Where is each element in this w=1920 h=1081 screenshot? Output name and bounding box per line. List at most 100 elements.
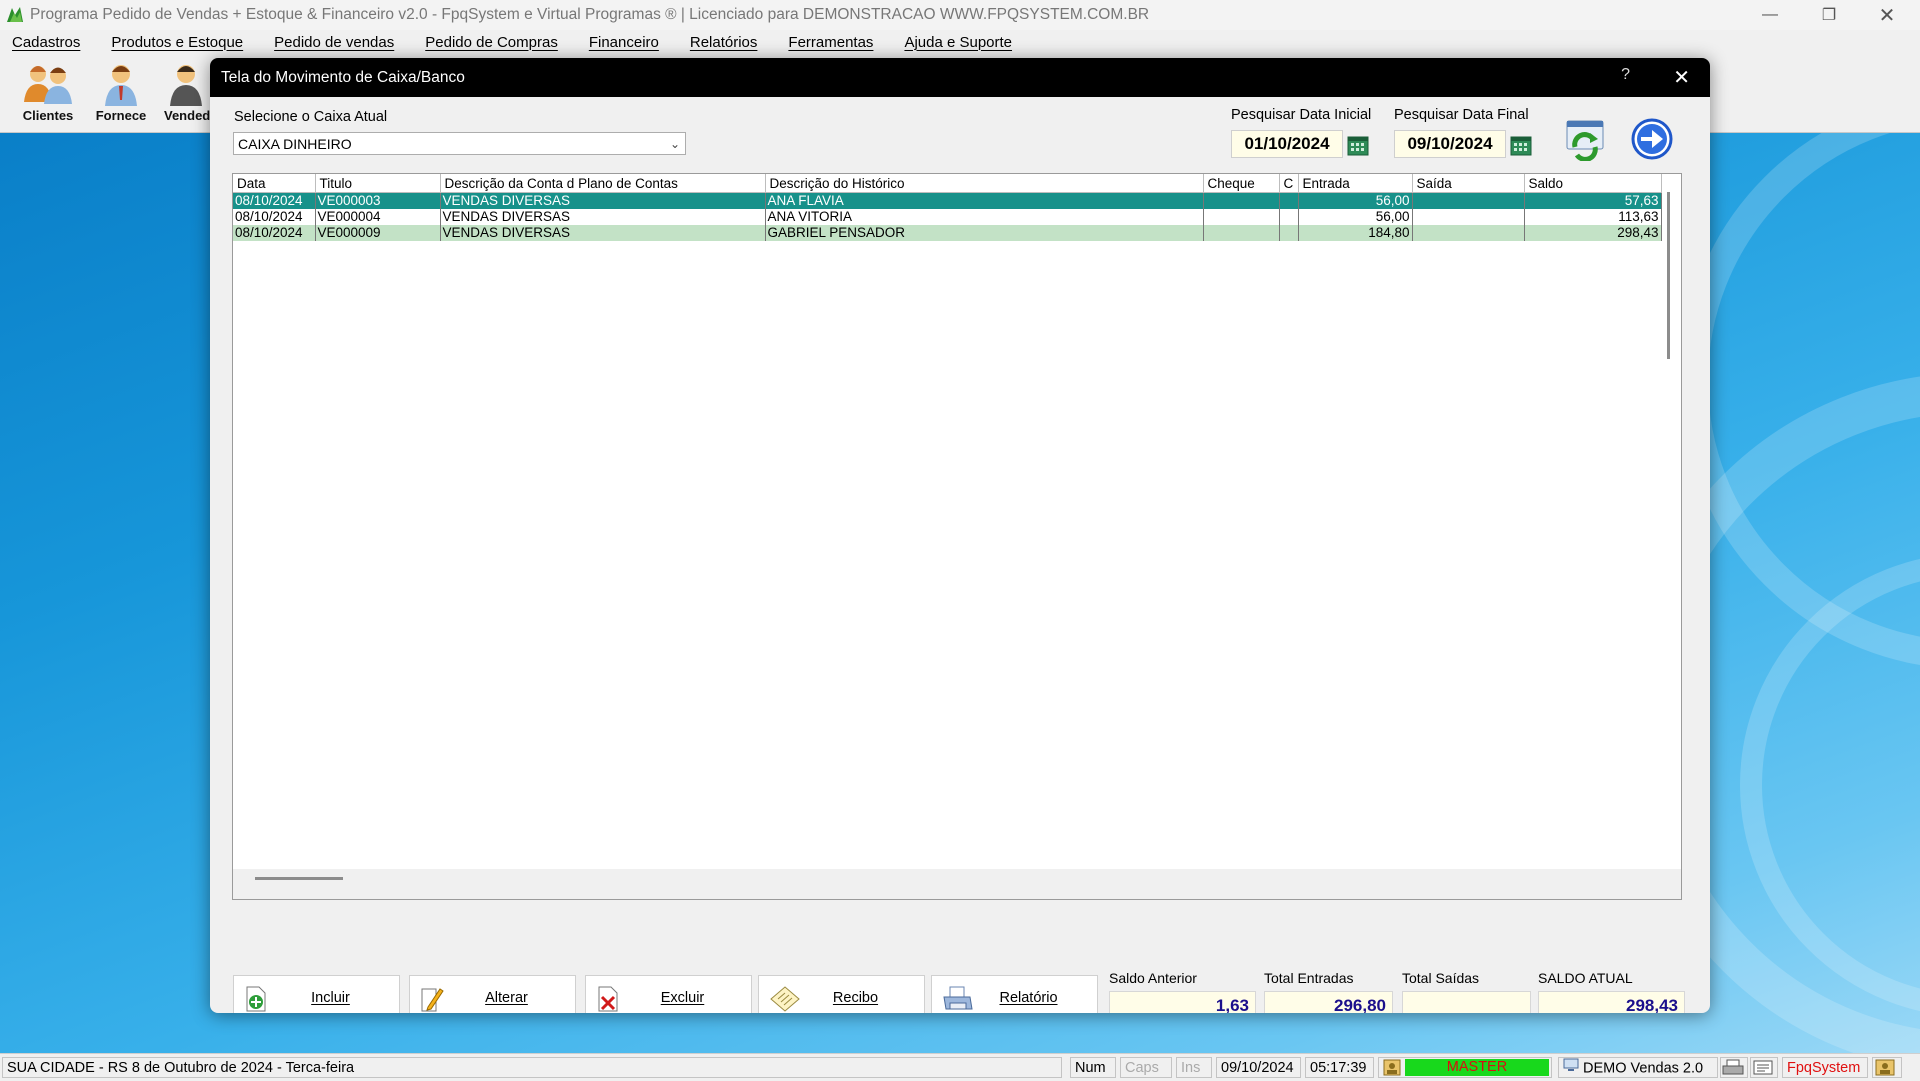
cell-saldo: 113,63: [1524, 209, 1662, 225]
close-icon[interactable]: ✕: [1673, 65, 1690, 90]
data-final-field[interactable]: 09/10/2024: [1394, 130, 1506, 158]
incluir-label: Incluir: [311, 990, 350, 1006]
movimento-caixa-dialog: Tela do Movimento de Caixa/Banco ? ✕ Sel…: [210, 58, 1710, 1013]
toolbar-fornece-button[interactable]: Fornece: [86, 58, 156, 130]
table-row[interactable]: 08/10/2024 VE000004 VENDAS DIVERSAS ANA …: [233, 209, 1662, 225]
menu-pedido-compras[interactable]: Pedido de Compras: [425, 34, 558, 51]
toolbar-clientes-label: Clientes: [22, 108, 74, 123]
saldo-anterior-label: Saldo Anterior: [1109, 970, 1197, 986]
cell-saldo: 57,63: [1524, 192, 1662, 209]
horizontal-scrollbar-area: [233, 869, 1681, 899]
excluir-label: Excluir: [660, 990, 705, 1006]
user-icon: [1383, 1059, 1401, 1076]
status-date: 09/10/2024: [1216, 1057, 1301, 1078]
clients-icon: [24, 66, 72, 104]
status-user: MASTER: [1405, 1059, 1549, 1076]
status-user-icon[interactable]: [1872, 1057, 1902, 1078]
calendar-icon[interactable]: [1510, 134, 1532, 156]
cell-data: 08/10/2024: [233, 225, 316, 241]
table-row[interactable]: 08/10/2024 VE000003 VENDAS DIVERSAS ANA …: [233, 192, 1662, 209]
calendar-icon[interactable]: [1347, 134, 1369, 156]
status-version-box: DEMO Vendas 2.0: [1558, 1057, 1718, 1078]
menu-produtos-estoque[interactable]: Produtos e Estoque: [111, 34, 243, 51]
refresh-icon[interactable]: [1563, 117, 1607, 161]
vertical-scrollbar[interactable]: [1667, 192, 1670, 359]
saldo-atual-value: 298,43: [1538, 991, 1685, 1013]
cell-conta: VENDAS DIVERSAS: [440, 209, 766, 225]
alterar-button[interactable]: Alterar: [409, 975, 576, 1013]
col-header-entrada[interactable]: Entrada: [1298, 174, 1413, 193]
cell-entrada: 56,00: [1298, 192, 1413, 209]
cell-titulo: VE000004: [315, 209, 441, 225]
col-header-titulo[interactable]: Titulo: [315, 174, 441, 193]
menu-pedido-vendas[interactable]: Pedido de vendas: [274, 34, 394, 51]
cell-cheque: [1203, 209, 1280, 225]
recibo-button[interactable]: Recibo: [758, 975, 925, 1013]
saldo-anterior-value: 1,63: [1109, 991, 1256, 1013]
cell-saida: [1412, 225, 1525, 241]
col-header-saldo[interactable]: Saldo: [1524, 174, 1662, 193]
caixa-select[interactable]: CAIXA DINHEIRO ⌄: [233, 132, 686, 155]
caixa-label: Selecione o Caixa Atual: [234, 109, 388, 125]
horizontal-scrollbar[interactable]: [255, 877, 343, 880]
cell-historico: GABRIEL PENSADOR: [765, 225, 1204, 241]
chevron-down-icon: ⌄: [669, 137, 680, 151]
cell-historico: ANA VITORIA: [765, 209, 1204, 225]
status-ins: Ins: [1176, 1057, 1212, 1078]
help-icon[interactable]: ?: [1621, 66, 1630, 84]
relatorio-label: Relatório: [999, 990, 1058, 1006]
status-num: Num: [1070, 1057, 1116, 1078]
cell-titulo: VE000003: [315, 192, 441, 209]
minimize-icon[interactable]: —: [1741, 0, 1799, 30]
col-header-conta[interactable]: Descrição da Conta d Plano de Contas: [440, 174, 766, 193]
arrow-right-icon[interactable]: [1630, 117, 1674, 161]
menu-financeiro[interactable]: Financeiro: [589, 34, 659, 51]
menu-ajuda-suporte[interactable]: Ajuda e Suporte: [904, 34, 1012, 51]
cell-conta: VENDAS DIVERSAS: [440, 192, 766, 209]
status-version: DEMO Vendas 2.0: [1583, 1060, 1704, 1077]
menu-cadastros[interactable]: Cadastros: [12, 34, 80, 51]
close-window-icon[interactable]: ✕: [1858, 0, 1916, 30]
cell-c: [1279, 209, 1299, 225]
data-inicial-field[interactable]: 01/10/2024: [1231, 130, 1343, 158]
toolbar-clientes-button[interactable]: Clientes: [13, 58, 83, 130]
restore-icon[interactable]: ❐: [1800, 0, 1858, 30]
col-header-c[interactable]: C: [1279, 174, 1299, 193]
status-bar: SUA CIDADE - RS 8 de Outubro de 2024 - T…: [0, 1053, 1920, 1081]
excluir-button[interactable]: Excluir: [585, 975, 752, 1013]
grid-header: Data Titulo Descrição da Conta d Plano d…: [233, 174, 1662, 193]
menu-relatorios[interactable]: Relatórios: [690, 34, 758, 51]
col-header-saida[interactable]: Saída: [1412, 174, 1525, 193]
dialog-titlebar: Tela do Movimento de Caixa/Banco ? ✕: [210, 58, 1710, 97]
status-brand: FpqSystem: [1782, 1057, 1868, 1078]
col-header-historico[interactable]: Descrição do Histórico: [765, 174, 1204, 193]
movimento-grid: Data Titulo Descrição da Conta d Plano d…: [232, 173, 1682, 900]
col-header-data[interactable]: Data: [233, 174, 316, 193]
app-titlebar: Programa Pedido de Vendas + Estoque & Fi…: [0, 0, 1920, 30]
menu-bar: Cadastros Produtos e Estoque Pedido de v…: [0, 30, 1920, 54]
cell-c: [1279, 225, 1299, 241]
menu-ferramentas[interactable]: Ferramentas: [788, 34, 873, 51]
incluir-button[interactable]: Incluir: [233, 975, 400, 1013]
cell-entrada: 184,80: [1298, 225, 1413, 241]
total-saidas-label: Total Saídas: [1402, 970, 1480, 986]
version-icon: [1563, 1058, 1579, 1077]
seller-icon: [170, 65, 202, 106]
status-printer-icon[interactable]: [1720, 1057, 1748, 1078]
status-location: SUA CIDADE - RS 8 de Outubro de 2024 - T…: [2, 1057, 1062, 1078]
cell-historico: ANA FLAVIA: [765, 192, 1204, 209]
toolbar-vendedores-button[interactable]: Vended: [158, 58, 210, 130]
app-logo-icon: [7, 7, 23, 22]
app-title: Programa Pedido de Vendas + Estoque & Fi…: [30, 6, 1150, 23]
col-header-cheque[interactable]: Cheque: [1203, 174, 1280, 193]
status-user-box: MASTER: [1378, 1057, 1552, 1078]
table-row[interactable]: 08/10/2024 VE000009 VENDAS DIVERSAS GABR…: [233, 225, 1662, 241]
total-entradas-value: 296,80: [1264, 991, 1393, 1013]
total-entradas-label: Total Entradas: [1264, 970, 1354, 986]
relatorio-button[interactable]: Relatório: [931, 975, 1098, 1013]
toolbar-vendedores-label: Vended: [164, 108, 210, 123]
cell-c: [1279, 192, 1299, 209]
status-list-icon[interactable]: [1750, 1057, 1778, 1078]
recibo-label: Recibo: [832, 990, 879, 1006]
cell-saida: [1412, 209, 1525, 225]
